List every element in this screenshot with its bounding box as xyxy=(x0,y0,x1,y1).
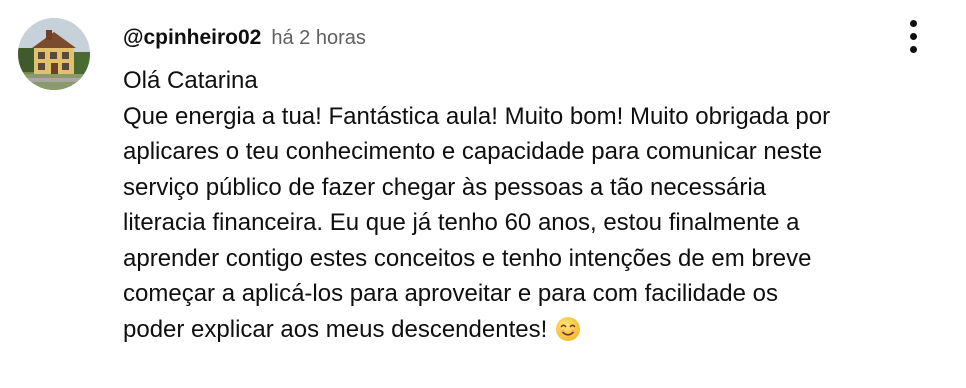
smiling-face-emoji-icon xyxy=(556,316,581,341)
more-vertical-icon-dot xyxy=(909,45,917,53)
author-name[interactable]: @cpinheiro02 xyxy=(123,26,261,50)
comment-greeting: Olá Catarina xyxy=(123,67,258,94)
house-photo-avatar-icon xyxy=(18,18,90,90)
more-actions-button[interactable] xyxy=(898,16,928,56)
comment-text: Que energia a tua! Fantástica aula! Muit… xyxy=(123,102,831,343)
avatar[interactable] xyxy=(18,18,90,90)
comment-header: @cpinheiro02 há 2 horas xyxy=(123,23,366,53)
more-vertical-icon xyxy=(909,19,917,27)
comment-thread: @cpinheiro02 há 2 horas Olá Catarina Que… xyxy=(0,0,966,388)
more-vertical-icon-dot xyxy=(909,32,917,40)
comment-body: Olá Catarina Que energia a tua! Fantásti… xyxy=(123,63,943,347)
comment-timestamp[interactable]: há 2 horas xyxy=(271,27,366,50)
